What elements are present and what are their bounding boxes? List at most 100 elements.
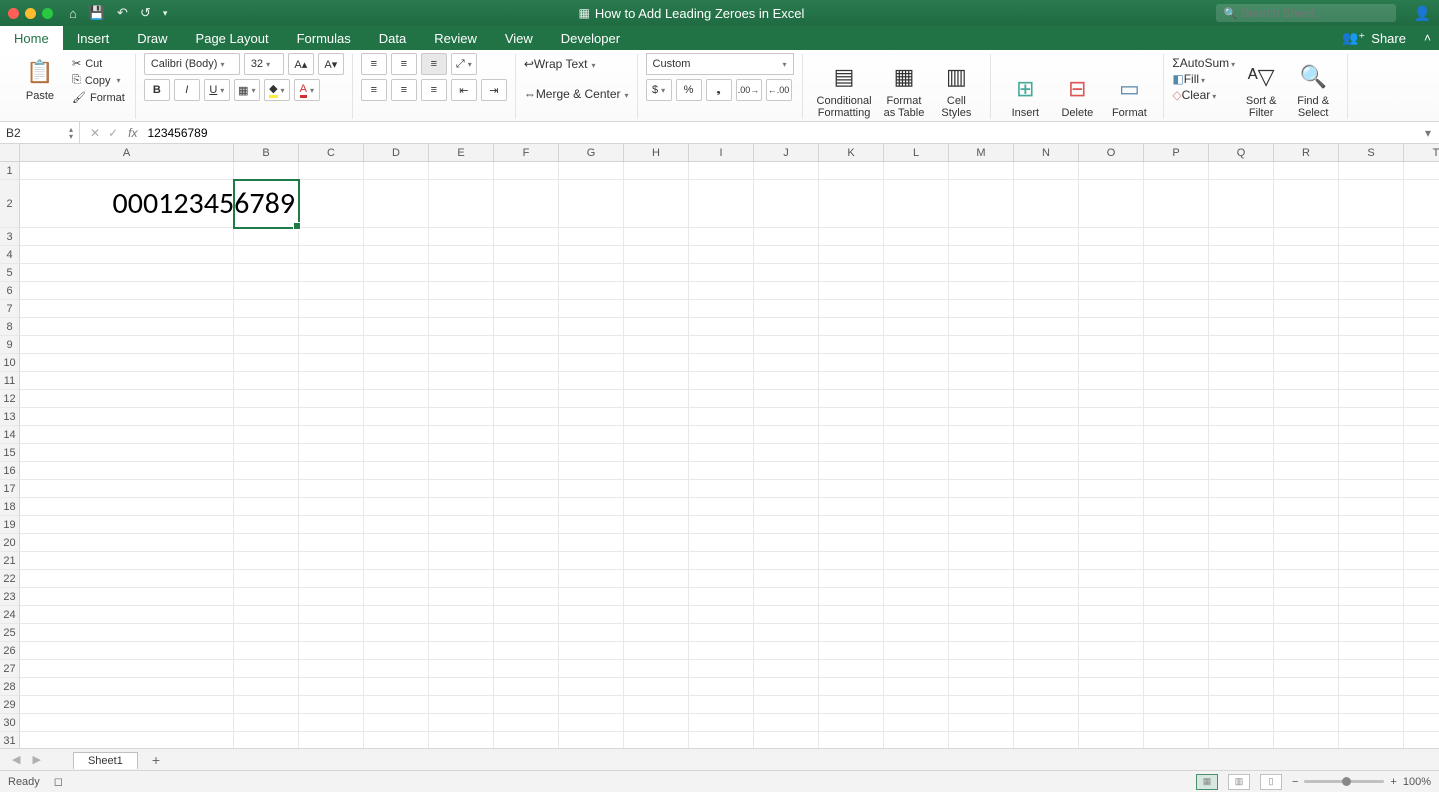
cell-Q20[interactable]: [1209, 534, 1274, 552]
cell-P12[interactable]: [1144, 390, 1209, 408]
decrease-decimal-button[interactable]: ←.00: [766, 79, 792, 101]
close-window-icon[interactable]: [8, 8, 19, 19]
cell-Q11[interactable]: [1209, 372, 1274, 390]
cell-Q21[interactable]: [1209, 552, 1274, 570]
cell-Q16[interactable]: [1209, 462, 1274, 480]
cell-A22[interactable]: [20, 570, 234, 588]
column-header-G[interactable]: G: [559, 144, 624, 162]
cell-J25[interactable]: [754, 624, 819, 642]
cell-R5[interactable]: [1274, 264, 1339, 282]
cell-O22[interactable]: [1079, 570, 1144, 588]
cell-S12[interactable]: [1339, 390, 1404, 408]
cell-B3[interactable]: [234, 228, 299, 246]
cell-E31[interactable]: [429, 732, 494, 748]
cell-P4[interactable]: [1144, 246, 1209, 264]
cell-N20[interactable]: [1014, 534, 1079, 552]
share-button[interactable]: 👥⁺ Share: [1332, 26, 1416, 50]
cell-J15[interactable]: [754, 444, 819, 462]
cell-J3[interactable]: [754, 228, 819, 246]
cell-S25[interactable]: [1339, 624, 1404, 642]
cell-H26[interactable]: [624, 642, 689, 660]
cell-P7[interactable]: [1144, 300, 1209, 318]
cell-L5[interactable]: [884, 264, 949, 282]
cell-C13[interactable]: [299, 408, 364, 426]
cell-G6[interactable]: [559, 282, 624, 300]
cell-B28[interactable]: [234, 678, 299, 696]
row-header-14[interactable]: 14: [0, 426, 20, 444]
row-header-25[interactable]: 25: [0, 624, 20, 642]
cell-E20[interactable]: [429, 534, 494, 552]
cell-K9[interactable]: [819, 336, 884, 354]
cell-G27[interactable]: [559, 660, 624, 678]
cell-M20[interactable]: [949, 534, 1014, 552]
cell-L21[interactable]: [884, 552, 949, 570]
page-layout-view-button[interactable]: ▥: [1228, 774, 1250, 790]
cell-O26[interactable]: [1079, 642, 1144, 660]
cell-J11[interactable]: [754, 372, 819, 390]
cell-F26[interactable]: [494, 642, 559, 660]
cell-R7[interactable]: [1274, 300, 1339, 318]
column-header-R[interactable]: R: [1274, 144, 1339, 162]
cell-G8[interactable]: [559, 318, 624, 336]
cell-L24[interactable]: [884, 606, 949, 624]
cell-J26[interactable]: [754, 642, 819, 660]
cell-A4[interactable]: [20, 246, 234, 264]
cell-R26[interactable]: [1274, 642, 1339, 660]
cell-C17[interactable]: [299, 480, 364, 498]
row-header-12[interactable]: 12: [0, 390, 20, 408]
cell-A11[interactable]: [20, 372, 234, 390]
cell-Q13[interactable]: [1209, 408, 1274, 426]
find-select-button[interactable]: 🔍Find & Select: [1287, 54, 1339, 119]
cell-E5[interactable]: [429, 264, 494, 282]
cell-M6[interactable]: [949, 282, 1014, 300]
cell-T7[interactable]: [1404, 300, 1439, 318]
fx-icon[interactable]: fx: [128, 126, 137, 140]
cell-Q10[interactable]: [1209, 354, 1274, 372]
cell-T15[interactable]: [1404, 444, 1439, 462]
cell-I6[interactable]: [689, 282, 754, 300]
cell-N21[interactable]: [1014, 552, 1079, 570]
cell-D26[interactable]: [364, 642, 429, 660]
cell-Q12[interactable]: [1209, 390, 1274, 408]
cell-F2[interactable]: [494, 180, 559, 228]
cell-T25[interactable]: [1404, 624, 1439, 642]
align-bottom-button[interactable]: ≡: [421, 53, 447, 75]
cell-B4[interactable]: [234, 246, 299, 264]
cell-D6[interactable]: [364, 282, 429, 300]
column-header-A[interactable]: A: [20, 144, 234, 162]
cell-L22[interactable]: [884, 570, 949, 588]
cell-D10[interactable]: [364, 354, 429, 372]
cell-F23[interactable]: [494, 588, 559, 606]
bold-button[interactable]: B: [144, 79, 170, 101]
format-cells-button[interactable]: ▭Format: [1103, 54, 1155, 119]
cell-B7[interactable]: [234, 300, 299, 318]
cell-E23[interactable]: [429, 588, 494, 606]
cell-R14[interactable]: [1274, 426, 1339, 444]
cell-B24[interactable]: [234, 606, 299, 624]
cell-G28[interactable]: [559, 678, 624, 696]
cell-K28[interactable]: [819, 678, 884, 696]
cell-O29[interactable]: [1079, 696, 1144, 714]
cell-I9[interactable]: [689, 336, 754, 354]
cell-B19[interactable]: [234, 516, 299, 534]
cell-Q24[interactable]: [1209, 606, 1274, 624]
cell-Q28[interactable]: [1209, 678, 1274, 696]
cell-T1[interactable]: [1404, 162, 1439, 180]
cell-T10[interactable]: [1404, 354, 1439, 372]
cell-F7[interactable]: [494, 300, 559, 318]
cell-J5[interactable]: [754, 264, 819, 282]
cell-G23[interactable]: [559, 588, 624, 606]
cell-Q31[interactable]: [1209, 732, 1274, 748]
cell-E8[interactable]: [429, 318, 494, 336]
cell-M29[interactable]: [949, 696, 1014, 714]
cell-B11[interactable]: [234, 372, 299, 390]
cell-L27[interactable]: [884, 660, 949, 678]
cell-C21[interactable]: [299, 552, 364, 570]
cell-P22[interactable]: [1144, 570, 1209, 588]
cell-A25[interactable]: [20, 624, 234, 642]
cell-K25[interactable]: [819, 624, 884, 642]
cell-J19[interactable]: [754, 516, 819, 534]
cell-H18[interactable]: [624, 498, 689, 516]
tab-formulas[interactable]: Formulas: [283, 26, 365, 50]
cell-T20[interactable]: [1404, 534, 1439, 552]
